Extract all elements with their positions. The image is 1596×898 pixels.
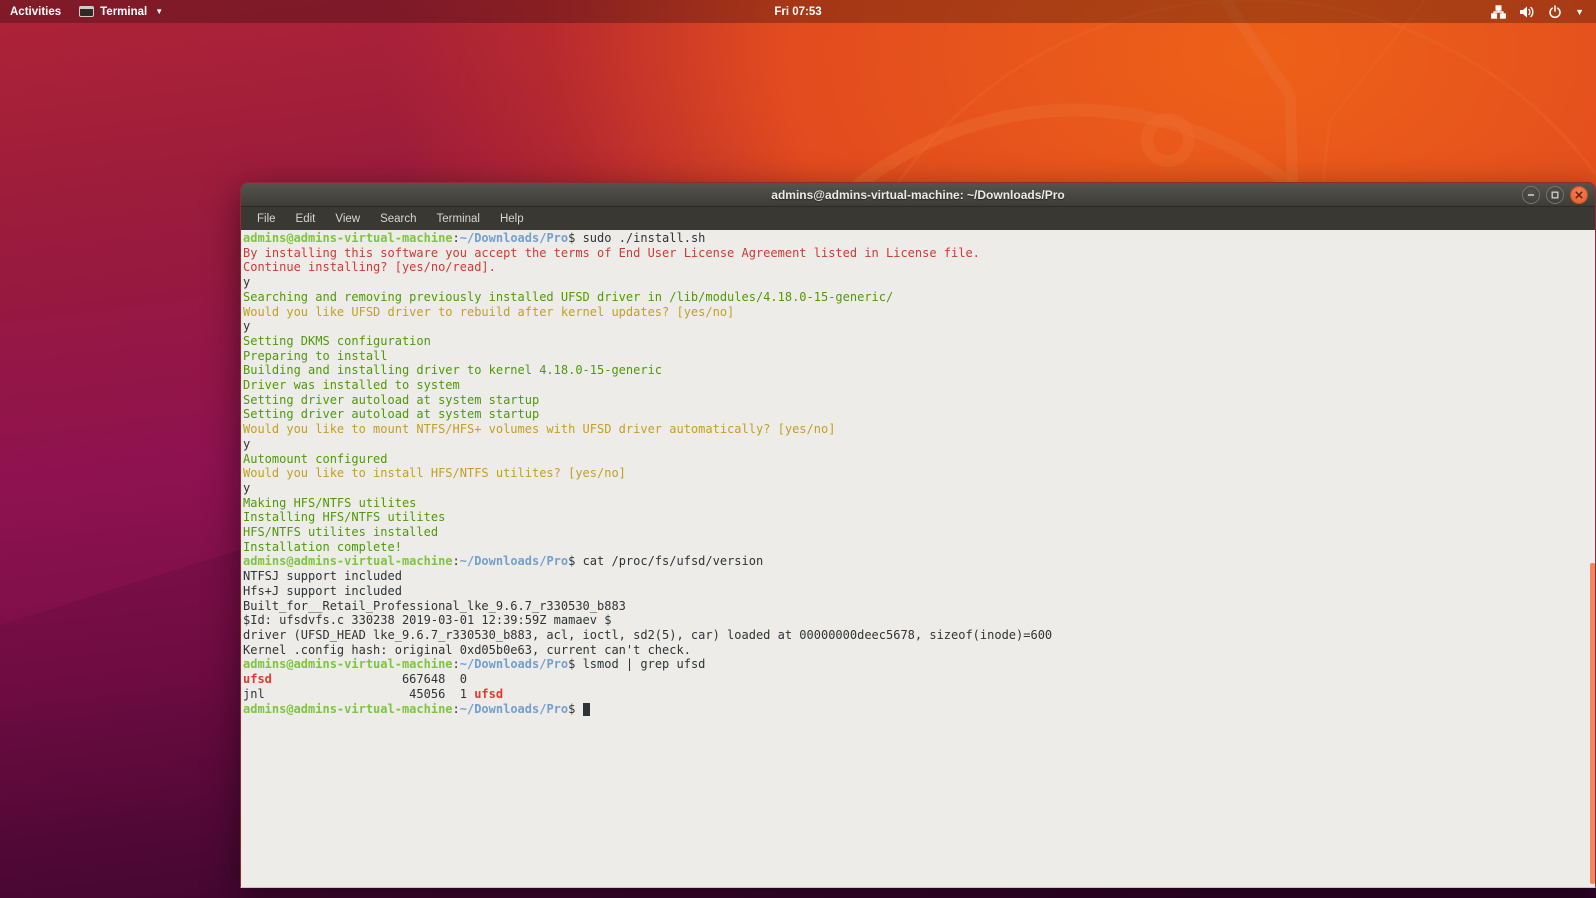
window-controls — [1522, 186, 1588, 204]
terminal-app-icon — [79, 6, 95, 17]
terminal-line: y — [243, 275, 251, 290]
window-titlebar[interactable]: admins@admins-virtual-machine: ~/Downloa… — [241, 183, 1595, 207]
terminal-line: Hfs+J support included — [243, 583, 402, 598]
clock[interactable]: Fri 07:53 — [0, 6, 1596, 18]
terminal-line: admins@admins-virtual-machine:~/Download… — [243, 702, 1593, 717]
menu-view[interactable]: View — [326, 210, 369, 228]
power-icon — [1548, 4, 1562, 19]
terminal-line: Making HFS/NTFS utilites — [243, 495, 417, 510]
close-button[interactable] — [1570, 186, 1588, 204]
menu-bar: File Edit View Search Terminal Help — [241, 207, 1595, 230]
terminal-line: $Id: ufsdvfs.c 330238 2019-03-01 12:39:5… — [243, 613, 612, 628]
terminal-line: y — [243, 436, 251, 451]
terminal-line: HFS/NTFS utilites installed — [243, 525, 439, 540]
terminal-screen[interactable]: admins@admins-virtual-machine:~/Download… — [241, 230, 1595, 887]
top-bar: Activities Terminal ▼ Fri 07:53 ▼ — [0, 0, 1596, 23]
minimize-button[interactable] — [1522, 186, 1540, 204]
terminal-line: Would you like to install HFS/NTFS utili… — [243, 466, 626, 481]
terminal-line: Setting DKMS configuration — [243, 333, 431, 348]
terminal-line: Automount configured — [243, 451, 388, 466]
terminal-line: Preparing to install — [243, 348, 388, 363]
activities-button[interactable]: Activities — [10, 6, 61, 18]
terminal-line: ufsd 667648 0 — [243, 672, 467, 687]
terminal-line: Setting driver autoload at system startu… — [243, 392, 540, 407]
terminal-line: admins@admins-virtual-machine:~/Download… — [243, 554, 764, 569]
terminal-line: Kernel .config hash: original 0xd05b0e63… — [243, 642, 691, 657]
scrollbar-thumb[interactable] — [1590, 563, 1595, 884]
system-tray[interactable]: ▼ — [1491, 4, 1596, 19]
app-menu-terminal[interactable]: Terminal ▼ — [79, 6, 163, 18]
terminal-line: admins@admins-virtual-machine:~/Download… — [243, 657, 706, 672]
volume-icon — [1519, 5, 1535, 19]
terminal-window: admins@admins-virtual-machine: ~/Downloa… — [240, 182, 1596, 888]
menu-help[interactable]: Help — [491, 210, 533, 228]
chevron-down-icon: ▼ — [1575, 6, 1584, 17]
terminal-line: driver (UFSD_HEAD lke_9.6.7_r330530_b883… — [243, 627, 1053, 642]
terminal-cursor — [582, 702, 590, 716]
menu-edit[interactable]: Edit — [287, 210, 325, 228]
terminal-line: y — [243, 480, 251, 495]
terminal-output: admins@admins-virtual-machine:~/Download… — [241, 230, 1595, 717]
terminal-line: y — [243, 319, 251, 334]
terminal-line: admins@admins-virtual-machine:~/Download… — [243, 231, 706, 245]
menu-terminal[interactable]: Terminal — [428, 210, 489, 228]
terminal-line: Searching and removing previously instal… — [243, 289, 894, 304]
chevron-down-icon: ▼ — [155, 7, 164, 16]
app-menu-label: Terminal — [100, 5, 148, 18]
menu-search[interactable]: Search — [371, 210, 425, 228]
terminal-line: Installation complete! — [243, 539, 402, 554]
network-icon — [1491, 4, 1506, 19]
terminal-line: Building and installing driver to kernel… — [243, 363, 663, 378]
terminal-line: jnl 45056 1 ufsd — [243, 686, 504, 701]
maximize-button[interactable] — [1546, 186, 1564, 204]
menu-file[interactable]: File — [248, 210, 285, 228]
terminal-line: Continue installing? [yes/no/read]. — [243, 260, 496, 275]
window-title: admins@admins-virtual-machine: ~/Downloa… — [771, 187, 1065, 202]
terminal-line: Built_for__Retail_Professional_lke_9.6.7… — [243, 598, 626, 613]
terminal-line: Driver was installed to system — [243, 378, 460, 393]
terminal-line: Installing HFS/NTFS utilites — [243, 510, 446, 525]
terminal-line: Would you like UFSD driver to rebuild af… — [243, 304, 735, 319]
terminal-line: NTFSJ support included — [243, 569, 402, 584]
terminal-line: By installing this software you accept t… — [243, 245, 980, 260]
terminal-line: Setting driver autoload at system startu… — [243, 407, 540, 422]
terminal-line: Would you like to mount NTFS/HFS+ volume… — [243, 422, 836, 437]
